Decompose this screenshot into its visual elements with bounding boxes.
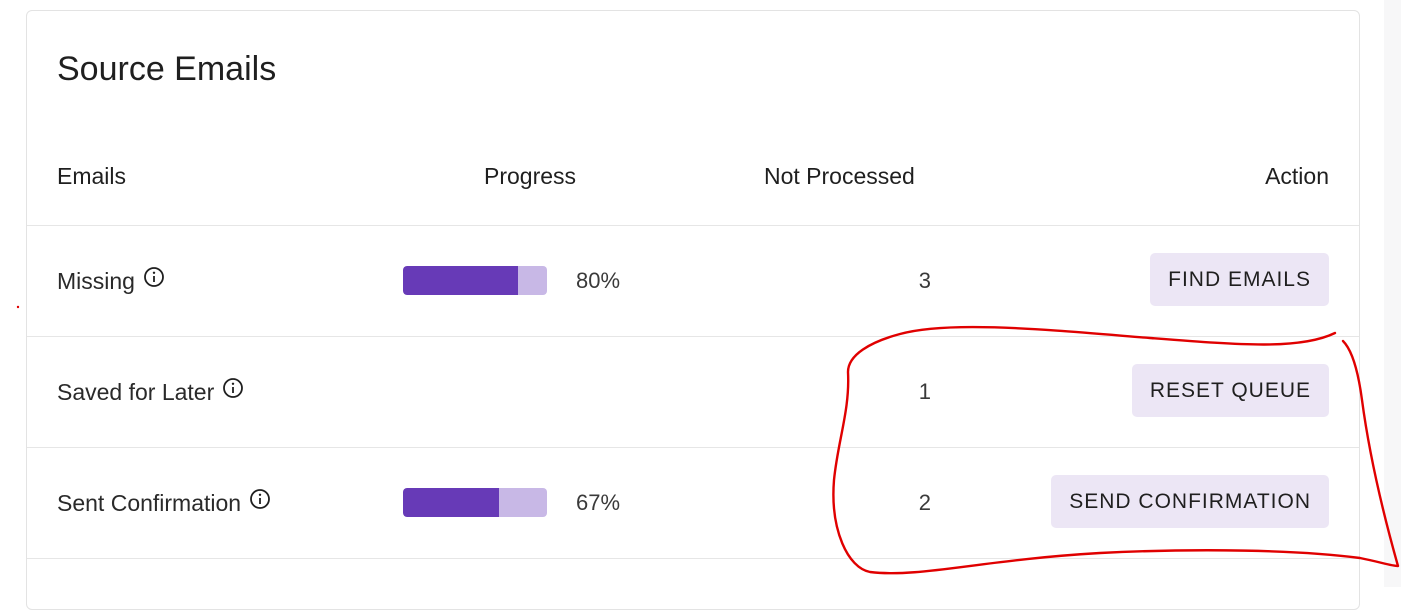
page-background-strip — [1384, 0, 1401, 587]
annotation-dot — [16, 305, 20, 309]
reset-queue-button[interactable]: RESET QUEUE — [1131, 364, 1329, 417]
header-progress: Progress — [484, 163, 577, 189]
info-icon[interactable] — [249, 488, 271, 510]
header-action: Action — [1265, 163, 1329, 189]
row-label: Sent Confirmation — [57, 490, 242, 516]
row-label-cell: Missing — [57, 267, 165, 295]
progress-bar-fill — [403, 266, 519, 295]
card-title: Source Emails — [57, 50, 277, 88]
not-processed-count: 2 — [918, 490, 931, 515]
row-label-cell: Saved for Later — [57, 378, 244, 406]
header-emails: Emails — [57, 163, 127, 189]
table-row: Sent Confirmation 67% 2 SEND CONFIRMATIO… — [27, 448, 1359, 559]
info-icon[interactable] — [143, 266, 165, 288]
not-processed-count: 1 — [918, 379, 931, 404]
info-icon[interactable] — [222, 377, 244, 399]
source-emails-card: Source Emails Emails Progress Not Proces… — [26, 10, 1360, 610]
find-emails-button[interactable]: FIND EMAILS — [1150, 253, 1329, 306]
send-confirmation-button[interactable]: SEND CONFIRMATION — [1051, 475, 1329, 528]
progress-bar-fill — [403, 488, 500, 517]
row-label-cell: Sent Confirmation — [57, 489, 271, 517]
progress-percent: 80% — [576, 268, 621, 293]
row-label: Missing — [57, 268, 135, 294]
progress-percent: 67% — [576, 490, 621, 515]
table-header-row — [27, 154, 1359, 226]
progress-bar — [403, 488, 547, 517]
not-processed-count: 3 — [918, 268, 931, 293]
progress-bar — [403, 266, 547, 295]
table-row: Saved for Later 1 RESET QUEUE — [27, 337, 1359, 448]
row-label: Saved for Later — [57, 379, 215, 405]
header-not-processed: Not Processed — [764, 163, 915, 189]
table-row: Missing 80% 3 FIND EMAILS — [27, 226, 1359, 337]
